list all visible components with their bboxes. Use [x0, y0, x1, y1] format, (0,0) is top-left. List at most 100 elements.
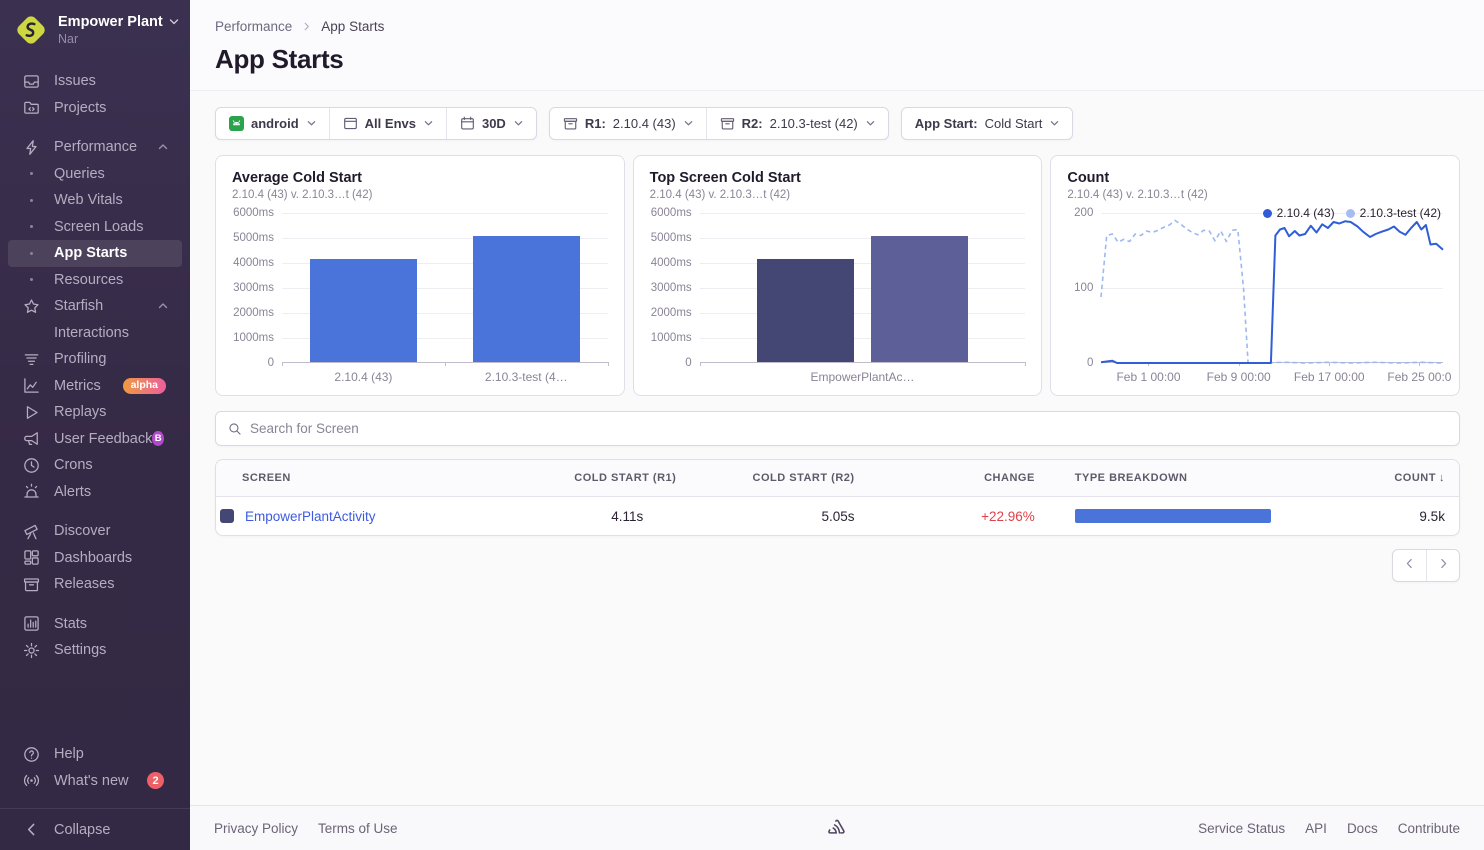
column-header-screen[interactable]: SCREEN [216, 472, 560, 484]
screen-link[interactable]: EmpowerPlantActivity [245, 509, 376, 524]
bar-2-10-4-43[interactable] [757, 259, 855, 362]
table-header: SCREENCOLD START (R1)COLD START (R2)CHAN… [216, 460, 1459, 497]
footer-link-terms-of-use[interactable]: Terms of Use [318, 821, 398, 836]
y-tick-label: 2000ms [233, 307, 274, 319]
plot-area[interactable] [282, 213, 608, 363]
sidebar-item-settings[interactable]: Settings [8, 637, 182, 664]
type-breakdown-bar [1075, 509, 1271, 523]
sidebar-collapse-button[interactable]: Collapse [0, 808, 190, 850]
sidebar-item-app-starts[interactable]: App Starts [8, 240, 182, 267]
breadcrumb-performance[interactable]: Performance [215, 19, 292, 34]
bar-avg-cold-start[interactable] [473, 236, 580, 362]
sidebar-item-profiling[interactable]: Profiling [8, 346, 182, 373]
user-feedback-badge: B [152, 431, 164, 446]
stats-icon [22, 615, 40, 633]
sidebar-section: PerformanceQueriesWeb VitalsScreen Loads… [0, 134, 190, 505]
column-header-cold-start-r2[interactable]: COLD START (R2) [657, 472, 868, 484]
legend-item-2-10-3-test-42[interactable]: 2.10.3-test (42) [1346, 206, 1441, 220]
footer-link-docs[interactable]: Docs [1347, 821, 1378, 836]
x-tick-label: Feb 25 00:0 [1387, 370, 1451, 384]
sidebar-item-issues[interactable]: Issues [8, 68, 182, 95]
filter-r2-2-10-3-test-42[interactable]: R2: 2.10.3-test (42) [706, 108, 888, 139]
column-header-type-breakdown[interactable]: TYPE BREAKDOWN [1049, 472, 1305, 484]
filter-r1-2-10-4-43[interactable]: R1:2.10.4 (43) [550, 108, 706, 139]
legend-item-2-10-4-43[interactable]: 2.10.4 (43) [1263, 206, 1335, 220]
sidebar-item-resources[interactable]: Resources [8, 267, 182, 294]
column-header-cold-start-r1[interactable]: COLD START (R1) [560, 472, 657, 484]
filter-android[interactable]: android [216, 108, 329, 139]
search-input[interactable] [250, 421, 1447, 436]
chart-subtitle: 2.10.4 (43) v. 2.10.3…t (42) [650, 189, 1026, 201]
footer-link-contribute[interactable]: Contribute [1398, 821, 1460, 836]
sidebar-item-stats[interactable]: Stats [8, 611, 182, 638]
column-header-change[interactable]: CHANGE [869, 472, 1049, 484]
sidebar-item-label: Resources [54, 272, 123, 288]
chevron-down-icon [684, 119, 693, 128]
filter-app-start-cold-start[interactable]: App Start: Cold Start [902, 108, 1073, 139]
filter-value: 2.10.3-test (42) [770, 116, 858, 131]
y-tick-label: 5000ms [233, 232, 274, 244]
sidebar-item-performance[interactable]: Performance [8, 134, 182, 161]
filter-button-group: R1:2.10.4 (43) R2: 2.10.3-test (42) [549, 107, 889, 140]
sidebar-item-screen-loads[interactable]: Screen Loads [8, 214, 182, 241]
bullet-dot [22, 165, 40, 183]
sidebar-item-label: Metrics [54, 378, 101, 394]
chevron-down-icon [169, 17, 179, 27]
sidebar-item-what-s-new[interactable]: What's new2 [8, 768, 182, 795]
org-switcher[interactable]: Empower Plant Nar [0, 0, 190, 55]
plot-area[interactable] [700, 213, 1026, 363]
y-tick-label: 6000ms [651, 207, 692, 219]
sidebar-section: Stats Settings [0, 611, 190, 664]
sidebar-item-label: Releases [54, 576, 114, 592]
sidebar-item-dashboards[interactable]: Dashboards [8, 545, 182, 572]
previous-page-button[interactable] [1393, 550, 1426, 581]
sidebar-item-web-vitals[interactable]: Web Vitals [8, 187, 182, 214]
sidebar-item-label: User Feedback [54, 431, 152, 447]
y-tick-label: 200 [1074, 207, 1093, 219]
table-row[interactable]: EmpowerPlantActivity4.11s5.05s+22.96%9.5… [216, 497, 1459, 535]
sidebar-item-starfish[interactable]: Starfish [8, 293, 182, 320]
column-header-count[interactable]: COUNT↓ [1305, 472, 1459, 484]
filter-value: 30D [482, 116, 506, 131]
legend-label: 2.10.4 (43) [1277, 206, 1335, 220]
sidebar-item-user-feedback[interactable]: User FeedbackB [8, 426, 182, 453]
sidebar-item-discover[interactable]: Discover [8, 518, 182, 545]
sidebar-item-label: Projects [54, 100, 106, 116]
plot-area[interactable]: 2.10.4 (43)2.10.3-test (42) [1101, 213, 1443, 363]
sidebar-item-releases[interactable]: Releases [8, 571, 182, 598]
filter-value: Cold Start [985, 116, 1043, 131]
footer-right-links: Service Status API Docs Contribute [1198, 821, 1460, 836]
y-tick-label: 3000ms [651, 282, 692, 294]
legend-dot [1263, 209, 1272, 218]
footer-link-api[interactable]: API [1305, 821, 1327, 836]
sidebar-item-replays[interactable]: Replays [8, 399, 182, 426]
sidebar-item-interactions[interactable]: Interactions [8, 320, 182, 347]
y-tick-label: 5000ms [651, 232, 692, 244]
sidebar-item-help[interactable]: Help [8, 741, 182, 768]
sidebar-item-metrics[interactable]: Metricsalpha [8, 373, 182, 400]
bar-avg-cold-start[interactable] [310, 259, 417, 362]
sidebar-nav: Issues Projects PerformanceQueriesWeb Vita… [0, 59, 190, 664]
filter-prefix: App Start: [915, 116, 978, 131]
next-page-button[interactable] [1426, 550, 1459, 581]
filter-prefix: R2: [742, 116, 763, 131]
chevron-right-icon [1437, 557, 1450, 575]
footer-link-privacy-policy[interactable]: Privacy Policy [214, 821, 298, 836]
megaphone-icon [22, 430, 40, 448]
filter-30d[interactable]: 30D [446, 108, 536, 139]
sidebar-item-crons[interactable]: Crons [8, 452, 182, 479]
sidebar-bottom-nav: HelpWhat's new2 [0, 741, 190, 794]
box-icon [720, 116, 735, 131]
profiling-icon [22, 350, 40, 368]
bar-2-10-3-test-42[interactable] [871, 236, 969, 362]
filter-all-envs[interactable]: All Envs [329, 108, 446, 139]
sidebar-item-queries[interactable]: Queries [8, 161, 182, 188]
footer-link-service-status[interactable]: Service Status [1198, 821, 1285, 836]
sidebar-spacer [0, 664, 190, 742]
calendar-icon [460, 116, 475, 131]
x-tick-mark [700, 362, 701, 366]
sidebar-item-label: Stats [54, 616, 87, 632]
filter-value: android [251, 116, 299, 131]
sidebar-item-alerts[interactable]: Alerts [8, 479, 182, 506]
sidebar-item-projects[interactable]: Projects [8, 95, 182, 122]
